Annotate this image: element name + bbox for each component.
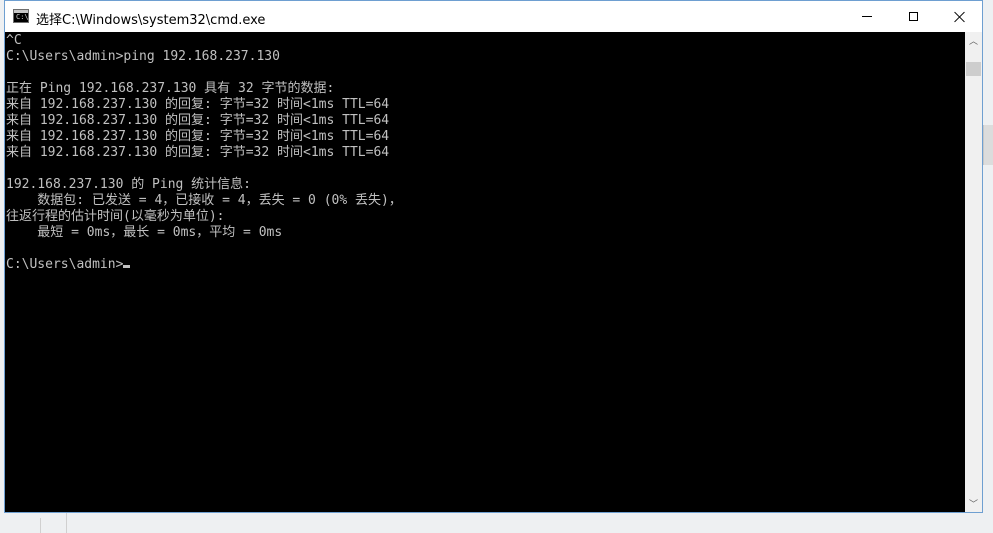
console-line: 往返行程的估计时间(以毫秒为单位): xyxy=(6,209,225,224)
maximize-button[interactable] xyxy=(890,1,936,32)
background-divider xyxy=(66,512,67,533)
vertical-scrollbar[interactable]: ︿ ﹀ xyxy=(965,32,982,512)
cmd-window: C:\ 选择C:\Windows\system32\cmd.exe ^C C:\U… xyxy=(4,0,983,513)
minimize-button[interactable] xyxy=(844,1,890,32)
console-line: ^C xyxy=(6,33,22,48)
background-window-edge xyxy=(983,125,993,165)
console-line: 正在 Ping 192.168.237.130 具有 32 字节的数据: xyxy=(6,81,335,96)
console-line: 192.168.237.130 的 Ping 统计信息: xyxy=(6,177,252,192)
cmd-icon[interactable]: C:\ xyxy=(13,9,29,23)
title-bar[interactable]: C:\ 选择C:\Windows\system32\cmd.exe xyxy=(5,1,982,32)
chevron-up-icon: ︿ xyxy=(968,37,978,47)
background-divider xyxy=(40,518,41,533)
console-line: 来自 192.168.237.130 的回复: 字节=32 时间<1ms TTL… xyxy=(6,145,390,160)
console-line: 来自 192.168.237.130 的回复: 字节=32 时间<1ms TTL… xyxy=(6,113,390,128)
chevron-down-icon: ﹀ xyxy=(968,500,978,510)
scroll-thumb[interactable] xyxy=(966,62,981,76)
console-text: ^C C:\Users\admin>ping 192.168.237.130 正在 … xyxy=(6,33,402,273)
minimize-icon xyxy=(862,16,872,17)
scroll-down-button[interactable]: ﹀ xyxy=(965,495,982,512)
console-line: 数据包: 已发送 = 4，已接收 = 4，丢失 = 0 (0% 丢失)， xyxy=(6,193,402,208)
scroll-up-button[interactable]: ︿ xyxy=(965,32,982,49)
console-line: C:\Users\admin> xyxy=(6,257,402,273)
close-button[interactable] xyxy=(936,1,982,32)
window-title: 选择C:\Windows\system32\cmd.exe xyxy=(36,13,266,28)
console-line: 来自 192.168.237.130 的回复: 字节=32 时间<1ms TTL… xyxy=(6,97,390,112)
console-line: 最短 = 0ms，最长 = 0ms，平均 = 0ms xyxy=(6,225,283,240)
text-cursor xyxy=(123,265,131,268)
console-output[interactable]: ^C C:\Users\admin>ping 192.168.237.130 正在 … xyxy=(5,32,965,512)
cmd-icon-text: C:\ xyxy=(16,13,29,21)
console-line: C:\Users\admin>ping 192.168.237.130 xyxy=(6,49,280,64)
console-line: 来自 192.168.237.130 的回复: 字节=32 时间<1ms TTL… xyxy=(6,129,390,144)
close-icon xyxy=(954,11,965,22)
maximize-icon xyxy=(908,12,918,21)
